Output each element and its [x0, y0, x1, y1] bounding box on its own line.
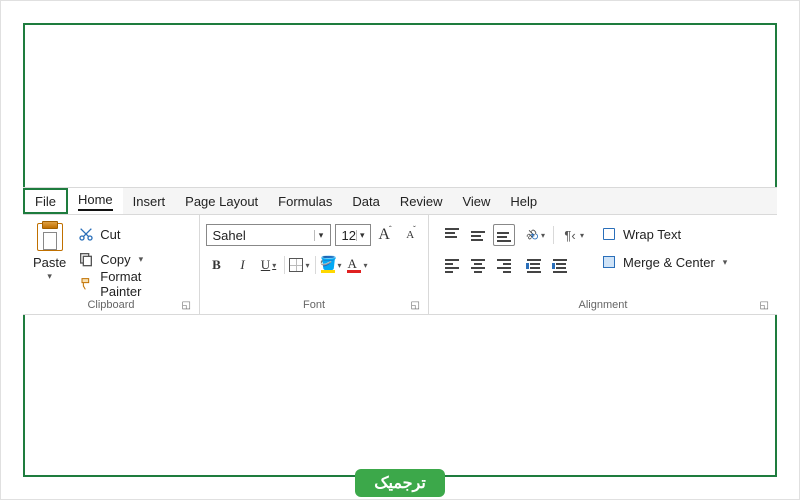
cut-label: Cut [100, 227, 120, 242]
italic-button[interactable]: I [232, 254, 254, 276]
tabs-bar: File Home Insert Page Layout Formulas Da… [23, 187, 777, 215]
scissors-icon [78, 226, 94, 242]
borders-icon [289, 258, 303, 272]
watermark-text: ترجمیک [374, 473, 426, 493]
increase-indent-button[interactable] [549, 254, 571, 276]
group-clipboard-label: Clipboard [87, 299, 134, 311]
align-bottom-button[interactable] [493, 224, 515, 246]
tab-data[interactable]: Data [342, 188, 389, 214]
tab-home[interactable]: Home [68, 188, 123, 214]
tab-pagelayout[interactable]: Page Layout [175, 188, 268, 214]
borders-button[interactable] [289, 254, 311, 276]
orientation-icon: ab↻ [523, 227, 539, 243]
group-alignment: ab↻ ¶‹ [429, 215, 777, 314]
font-name-combo[interactable]: Sahel ▾ [206, 224, 331, 246]
tab-review-label: Review [400, 194, 443, 209]
tab-view[interactable]: View [452, 188, 500, 214]
align-top-button[interactable] [441, 224, 463, 246]
chevron-down-icon[interactable]: ▾ [47, 271, 52, 282]
tab-review[interactable]: Review [390, 188, 453, 214]
font-size-value: 12 [342, 228, 356, 243]
align-left-button[interactable] [441, 254, 463, 276]
tab-home-label: Home [78, 192, 113, 211]
increase-font-size-button[interactable]: Aˆ [375, 224, 397, 246]
tab-formulas-label: Formulas [278, 194, 332, 209]
orientation-button[interactable]: ab↻ [523, 224, 545, 246]
paste-button[interactable]: Paste ▾ [27, 219, 72, 282]
wrap-text-button[interactable]: Wrap Text [601, 223, 727, 245]
font-name-value: Sahel [213, 228, 314, 243]
chevron-down-icon: ▾ [139, 254, 144, 265]
clipboard-dialog-launcher[interactable]: ◱ [182, 300, 191, 311]
alignment-dialog-launcher[interactable]: ◱ [760, 300, 769, 311]
tab-file-label: File [35, 194, 56, 209]
align-center-button[interactable] [467, 254, 489, 276]
align-right-button[interactable] [493, 254, 515, 276]
format-painter-button[interactable]: Format Painter [74, 273, 189, 295]
paste-label: Paste [33, 255, 66, 270]
tab-insert[interactable]: Insert [123, 188, 176, 214]
ribbon-groups: Paste ▾ Cut [23, 215, 777, 315]
paste-icon [37, 223, 63, 251]
copy-button[interactable]: Copy ▾ [74, 248, 189, 270]
group-clipboard: Paste ▾ Cut [23, 215, 199, 314]
bold-button[interactable]: B [206, 254, 228, 276]
wrap-text-label: Wrap Text [623, 227, 681, 242]
watermark-badge: ترجمیک [355, 469, 445, 497]
copy-label: Copy [100, 252, 130, 267]
app-frame: File Home Insert Page Layout Formulas Da… [0, 0, 800, 500]
font-dialog-launcher[interactable]: ◱ [411, 300, 420, 311]
format-painter-icon [78, 276, 94, 292]
group-font-label: Font [303, 299, 325, 311]
fill-color-button[interactable]: 🪣 [320, 254, 342, 276]
fill-color-icon: 🪣 [320, 257, 336, 273]
chevron-down-icon: ▾ [723, 257, 728, 268]
tab-formulas[interactable]: Formulas [268, 188, 342, 214]
tab-insert-label: Insert [133, 194, 166, 209]
cut-button[interactable]: Cut [74, 223, 189, 245]
copy-icon [78, 251, 94, 267]
ribbon: File Home Insert Page Layout Formulas Da… [23, 187, 777, 315]
tab-data-label: Data [352, 194, 379, 209]
chevron-down-icon: ▾ [314, 230, 328, 241]
wrap-text-icon [601, 226, 617, 242]
font-color-button[interactable]: A [346, 254, 368, 276]
chevron-down-icon: ▾ [356, 230, 368, 241]
merge-center-button[interactable]: Merge & Center ▾ [601, 251, 727, 273]
merge-center-label: Merge & Center [623, 255, 715, 270]
merge-center-icon [601, 254, 617, 270]
group-alignment-label: Alignment [579, 299, 628, 311]
decrease-font-size-button[interactable]: Aˇ [401, 224, 423, 246]
paragraph-rtl-icon: ¶‹ [562, 227, 578, 243]
group-font: Sahel ▾ 12 ▾ Aˆ Aˇ B I [200, 215, 428, 314]
rtl-direction-button[interactable]: ¶‹ [562, 224, 584, 246]
align-middle-button[interactable] [467, 224, 489, 246]
tab-help[interactable]: Help [500, 188, 547, 214]
tab-file[interactable]: File [23, 188, 68, 214]
tab-view-label: View [462, 194, 490, 209]
tab-help-label: Help [510, 194, 537, 209]
font-size-combo[interactable]: 12 ▾ [335, 224, 371, 246]
decrease-indent-button[interactable] [523, 254, 545, 276]
tab-pagelayout-label: Page Layout [185, 194, 258, 209]
underline-button[interactable]: U [258, 254, 280, 276]
font-color-icon: A [346, 257, 362, 273]
